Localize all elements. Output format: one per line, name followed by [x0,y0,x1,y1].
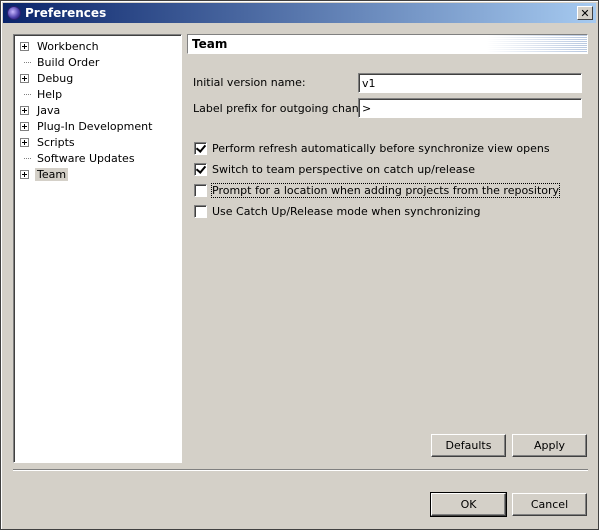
tree-item-build-order[interactable]: Build Order [20,55,101,70]
preference-tree[interactable]: Workbench Build Order Debug Help Java Pl… [13,34,182,463]
checkbox-label: Use Catch Up/Release mode when synchroni… [212,205,481,218]
close-button[interactable]: ✕ [577,6,593,20]
switch-team-perspective-checkbox[interactable]: Switch to team perspective on catch up/r… [194,162,475,177]
tree-item-label: Plug-In Development [37,120,153,133]
tree-connector-icon [20,90,31,99]
prompt-location-checkbox[interactable]: Prompt for a location when adding projec… [194,183,561,198]
tree-item-software-updates[interactable]: Software Updates [20,151,137,166]
checkbox-checked-icon[interactable] [194,163,207,176]
initial-version-label: Initial version name: [193,76,306,89]
apply-button[interactable]: Apply [512,434,587,457]
label-prefix-label: Label prefix for outgoing changes: [193,102,382,115]
tree-item-label: Help [37,88,63,101]
defaults-button[interactable]: Defaults [431,434,506,457]
expand-plus-icon[interactable] [20,122,29,131]
title-bar[interactable]: Preferences ✕ [3,3,596,23]
checkbox-checked-icon[interactable] [194,142,207,155]
footer-separator [13,469,588,471]
page-header: Team [187,34,588,54]
refresh-before-sync-checkbox[interactable]: Perform refresh automatically before syn… [194,141,550,156]
tree-item-label: Build Order [37,56,100,69]
preferences-dialog: Preferences ✕ Workbench Build Order Debu… [0,0,599,530]
label-prefix-input[interactable] [358,98,582,118]
checkbox-label: Perform refresh automatically before syn… [212,142,550,155]
checkbox-label: Switch to team perspective on catch up/r… [212,163,475,176]
tree-item-label: Workbench [37,40,99,53]
expand-plus-icon[interactable] [20,42,29,51]
cancel-button[interactable]: Cancel [512,493,587,516]
checkbox-unchecked-icon[interactable] [194,205,207,218]
tree-item-workbench[interactable]: Workbench [20,39,101,54]
expand-plus-icon[interactable] [20,74,29,83]
tree-connector-icon [20,58,31,67]
checkbox-unchecked-icon[interactable] [194,184,207,197]
page-title: Team [192,37,228,51]
tree-connector-icon [20,154,31,163]
tree-item-label: Scripts [37,136,75,149]
tree-item-java[interactable]: Java [20,103,62,118]
tree-item-label: Software Updates [37,152,135,165]
tree-item-plug-in-development[interactable]: Plug-In Development [20,119,154,134]
expand-plus-icon[interactable] [20,170,29,179]
tree-item-scripts[interactable]: Scripts [20,135,77,150]
ok-button[interactable]: OK [430,492,507,517]
checkbox-label: Prompt for a location when adding projec… [210,183,561,198]
initial-version-input[interactable] [358,73,582,93]
tree-item-debug[interactable]: Debug [20,71,75,86]
close-icon: ✕ [580,6,590,20]
window-title: Preferences [25,6,107,20]
header-banner-decoration [487,35,587,53]
tree-item-label: Team [35,168,69,181]
catchup-release-mode-checkbox[interactable]: Use Catch Up/Release mode when synchroni… [194,204,480,219]
tree-item-team[interactable]: Team [20,167,69,182]
tree-item-label: Java [37,104,61,117]
expand-plus-icon[interactable] [20,106,29,115]
expand-plus-icon[interactable] [20,138,29,147]
eclipse-app-icon [7,6,21,20]
tree-item-help[interactable]: Help [20,87,64,102]
tree-item-label: Debug [37,72,74,85]
